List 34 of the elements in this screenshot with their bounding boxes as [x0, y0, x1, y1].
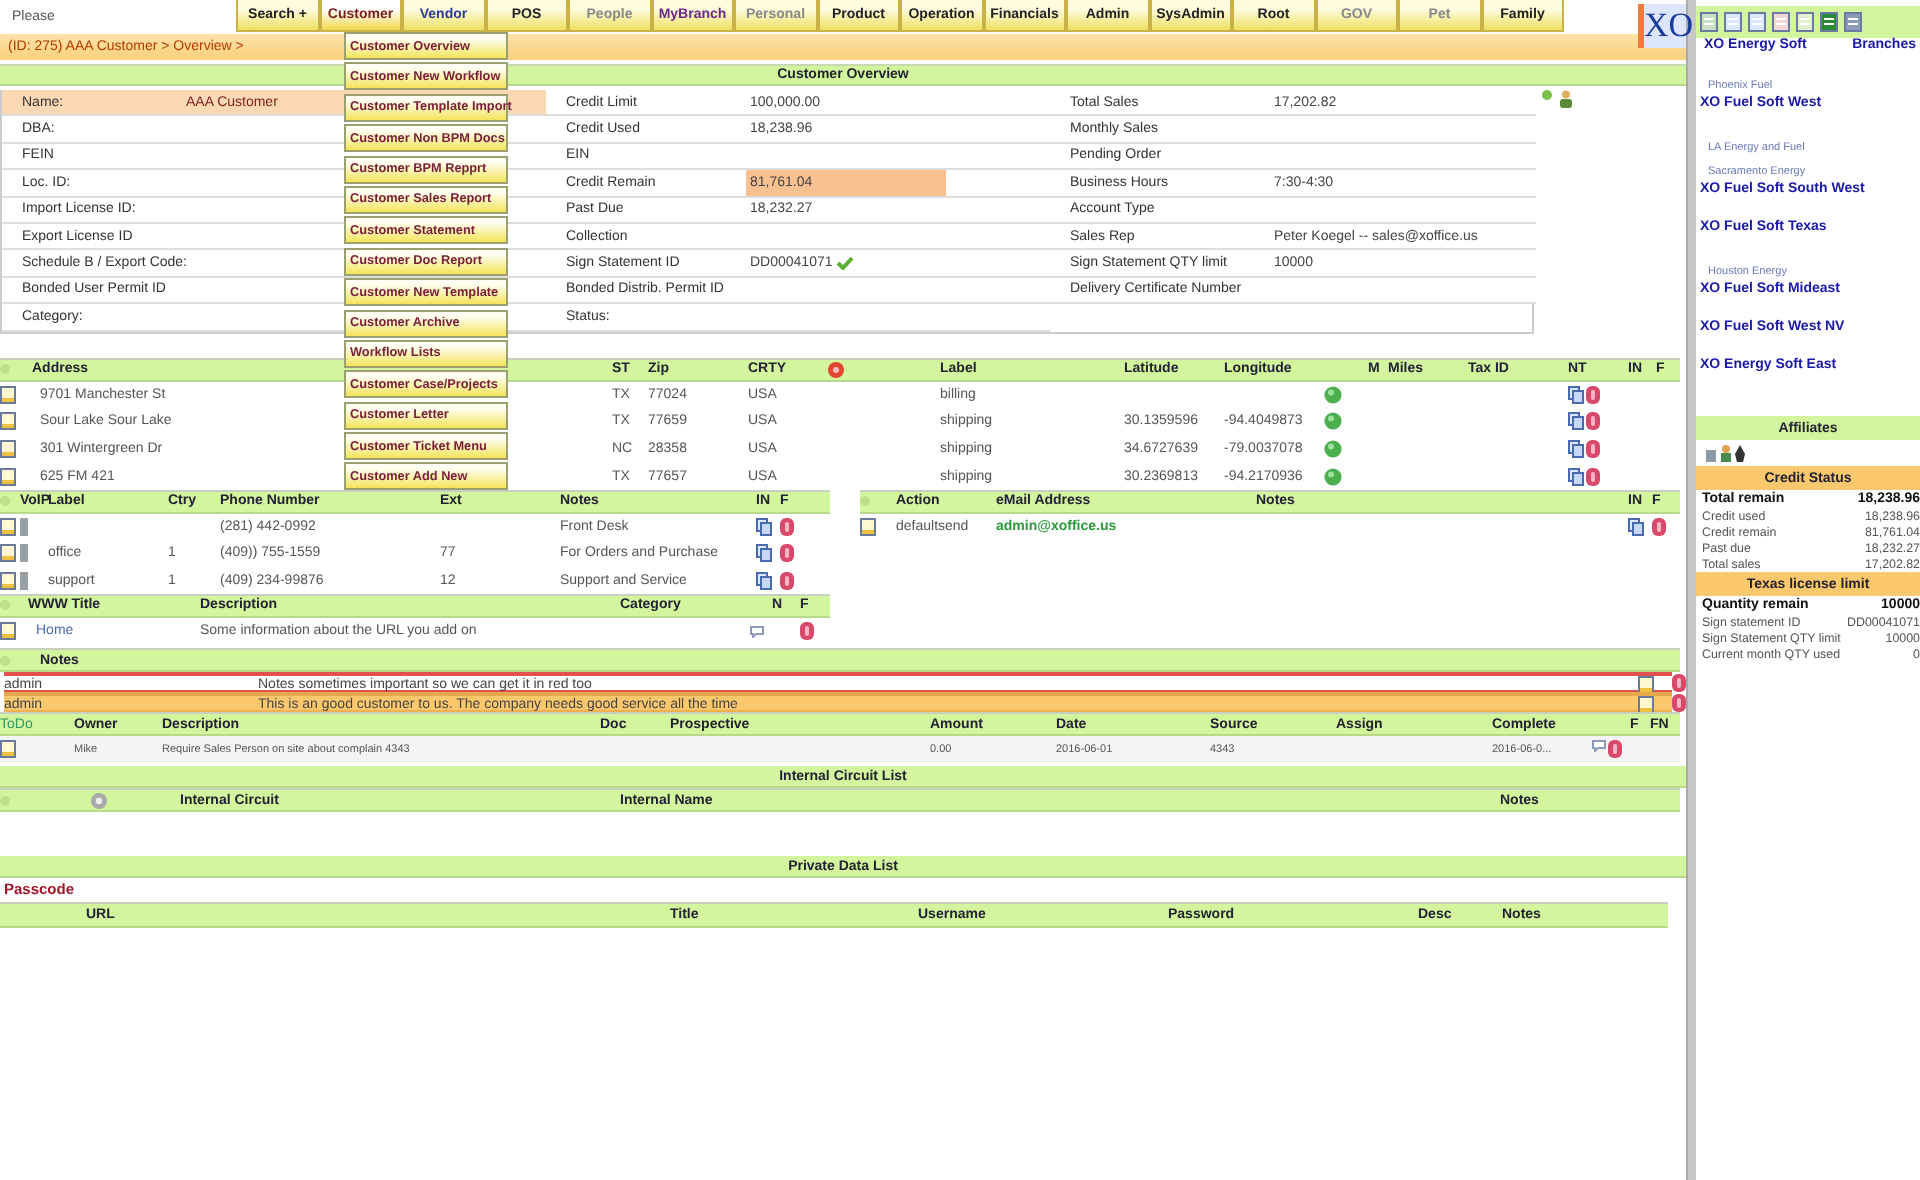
note-icon[interactable] [0, 518, 16, 537]
map-marker-icon[interactable] [1324, 467, 1342, 486]
note-icon[interactable] [0, 740, 16, 759]
comment-icon[interactable] [750, 625, 764, 638]
people-icon[interactable] [1704, 444, 1748, 462]
toolbar-icon[interactable] [1844, 12, 1862, 32]
toolbar-icon[interactable] [1724, 12, 1742, 32]
map-marker-icon[interactable] [1324, 385, 1342, 404]
comment-icon[interactable] [1592, 740, 1606, 753]
note-icon[interactable] [0, 622, 16, 641]
note-icon[interactable] [1638, 676, 1654, 695]
toolbar-icon[interactable] [1700, 12, 1718, 32]
check-icon [836, 256, 855, 271]
note-icon[interactable] [0, 571, 16, 590]
note-icon[interactable] [0, 412, 16, 431]
delete-icon[interactable] [1608, 740, 1622, 759]
toolbar-icon[interactable] [1820, 12, 1838, 32]
map-marker-icon[interactable] [1324, 412, 1342, 431]
person-icon[interactable] [1558, 90, 1574, 108]
delete-icon[interactable] [800, 622, 814, 641]
document-icon[interactable] [1628, 518, 1644, 537]
note-icon[interactable] [0, 440, 16, 458]
map-marker-icon[interactable] [1324, 440, 1342, 458]
toolbar-icon[interactable] [1748, 12, 1766, 32]
note-icon[interactable] [860, 518, 876, 537]
toolbar-icon[interactable] [1796, 12, 1814, 32]
note-icon[interactable] [0, 467, 16, 486]
note-icon[interactable] [0, 544, 16, 563]
delete-icon[interactable] [1652, 518, 1666, 537]
add-icon[interactable] [1542, 90, 1552, 100]
note-icon[interactable] [1638, 696, 1654, 715]
toolbar-icon[interactable] [1772, 12, 1790, 32]
note-icon[interactable] [0, 385, 16, 404]
map-icon[interactable] [828, 361, 844, 378]
